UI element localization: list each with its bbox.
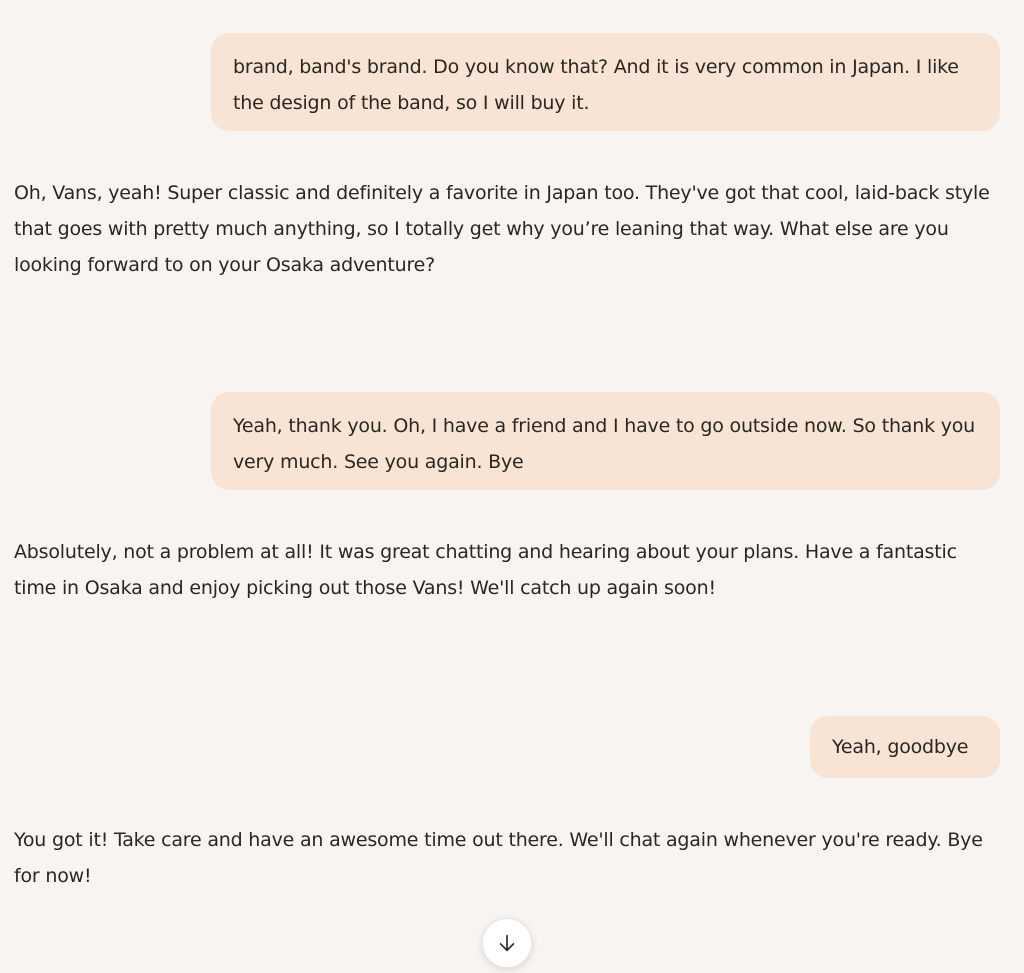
scroll-to-bottom-button[interactable] (482, 918, 532, 968)
user-message: Yeah, thank you. Oh, I have a friend and… (211, 392, 1000, 490)
assistant-message: Absolutely, not a problem at all! It was… (14, 541, 957, 599)
chat-transcript: brand, band's brand. Do you know that? A… (0, 0, 1024, 973)
user-message-text: Yeah, goodbye (832, 736, 969, 758)
assistant-message: You got it! Take care and have an awesom… (14, 829, 983, 887)
user-message: Yeah, goodbye (810, 716, 1000, 778)
assistant-message: Oh, Vans, yeah! Super classic and defini… (14, 182, 990, 276)
arrow-down-icon (496, 932, 518, 954)
user-message: brand, band's brand. Do you know that? A… (211, 33, 1000, 131)
user-message-text: Yeah, thank you. Oh, I have a friend and… (233, 415, 976, 473)
user-message-text: brand, band's brand. Do you know that? A… (233, 56, 959, 114)
